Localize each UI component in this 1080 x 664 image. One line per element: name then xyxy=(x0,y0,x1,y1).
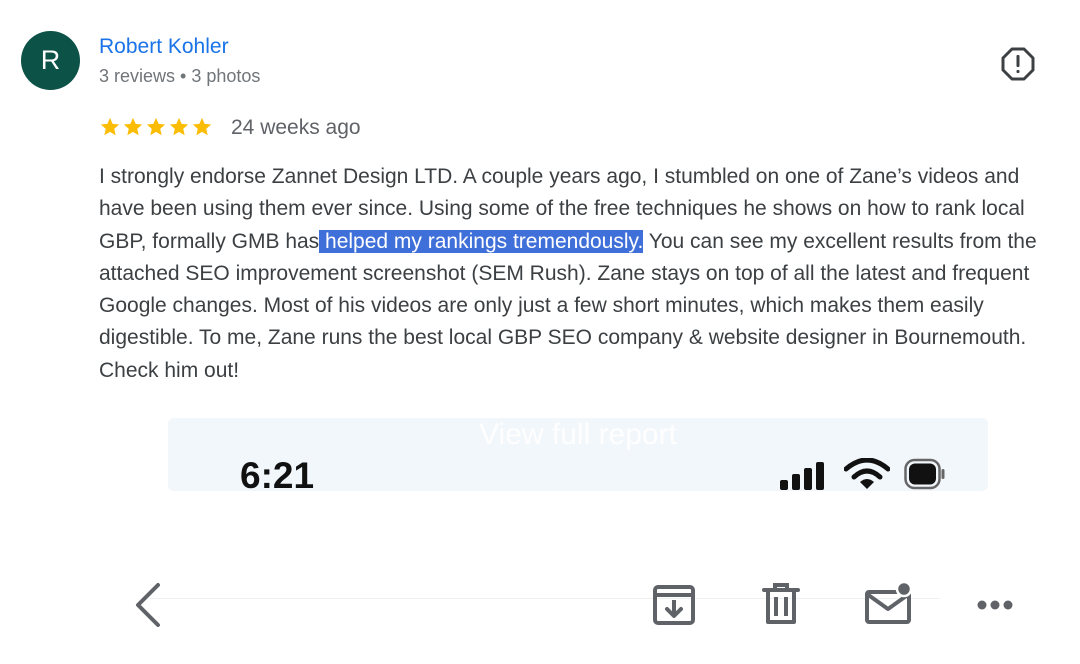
avatar-initial: R xyxy=(40,45,61,75)
star-icon xyxy=(169,117,189,136)
mark-unread-icon[interactable] xyxy=(864,580,916,626)
wifi-icon xyxy=(844,458,890,489)
star-rating xyxy=(99,114,213,140)
more-icon[interactable] xyxy=(976,598,1014,612)
toolbar-divider xyxy=(150,598,940,599)
star-icon xyxy=(146,117,166,136)
review-text: I strongly endorse Zannet Design LTD. A … xyxy=(99,161,1064,387)
attached-screenshot[interactable]: View full report 6:21 xyxy=(168,418,988,491)
star-icon xyxy=(100,117,120,136)
avatar[interactable]: R xyxy=(21,31,80,90)
review-time: 24 weeks ago xyxy=(231,116,361,139)
bottom-toolbar xyxy=(0,570,1080,640)
view-full-report-link[interactable]: View full report xyxy=(168,418,988,452)
review-page: R Robert Kohler 3 reviews • 3 photos 24 … xyxy=(0,0,1080,664)
signal-icon xyxy=(780,462,824,490)
delete-icon[interactable] xyxy=(762,582,800,626)
reviewer-meta: 3 reviews • 3 photos xyxy=(99,66,261,86)
star-icon xyxy=(192,117,212,136)
reviewer-name[interactable]: Robert Kohler xyxy=(99,33,229,61)
report-icon[interactable] xyxy=(1000,46,1036,82)
selected-text: helped my rankings tremendously. xyxy=(319,229,644,253)
back-icon[interactable] xyxy=(132,582,166,628)
star-icon xyxy=(123,117,143,136)
archive-icon[interactable] xyxy=(652,584,696,626)
phone-time: 6:21 xyxy=(240,455,315,492)
battery-icon xyxy=(904,458,945,490)
